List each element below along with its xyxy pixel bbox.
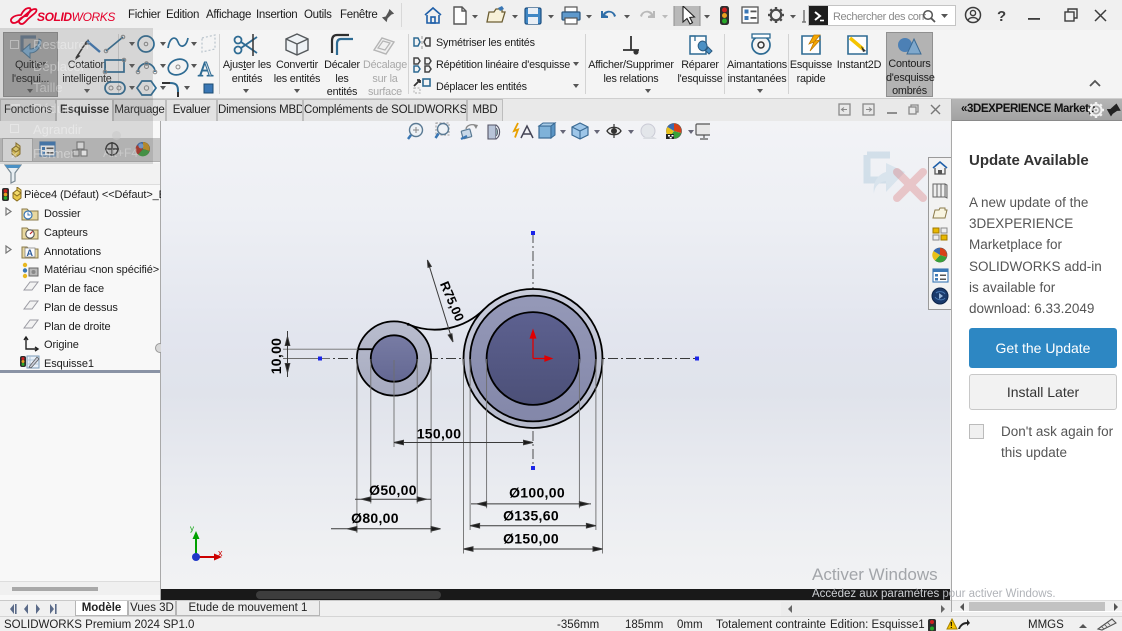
svg-text:Ø135,60: Ø135,60 (503, 508, 559, 524)
svg-text:150,00: 150,00 (417, 426, 462, 442)
svg-text:SOLIDWORKS: SOLIDWORKS (37, 10, 115, 24)
svg-text:x: x (218, 548, 223, 558)
svg-text:Ø100,00: Ø100,00 (509, 485, 565, 501)
svg-text:Ø50,00: Ø50,00 (369, 482, 417, 498)
svg-text:A: A (27, 248, 34, 258)
svg-text:Ø150,00: Ø150,00 (503, 531, 559, 547)
svg-text:R75,00: R75,00 (437, 279, 467, 323)
svg-text:A: A (198, 57, 214, 81)
svg-text:!: ! (950, 621, 953, 630)
svg-text:Ø80,00: Ø80,00 (351, 510, 399, 526)
svg-text:10,00: 10,00 (268, 338, 284, 375)
svg-text:?: ? (997, 8, 1006, 25)
svg-text:y: y (190, 524, 194, 533)
